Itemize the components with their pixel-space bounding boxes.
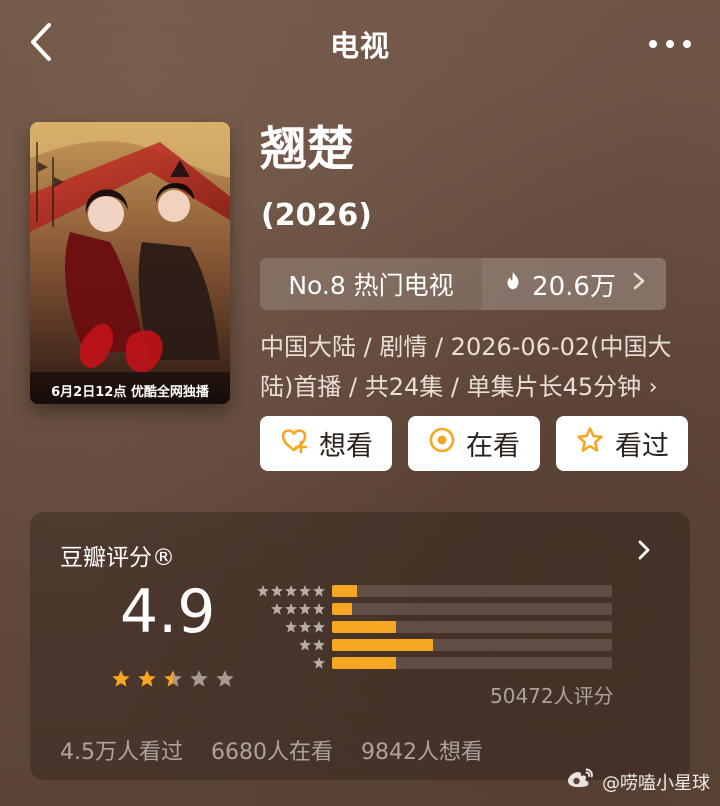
- poster-image[interactable]: 6月2日12点 优酷全网独播: [30, 122, 230, 404]
- action-buttons: 想看 在看 看过: [260, 416, 688, 471]
- star-icon: [575, 425, 605, 462]
- rating-count: 50472人评分: [490, 684, 614, 708]
- star-half-icon: [162, 668, 184, 694]
- rating-bar-fill: [332, 621, 397, 633]
- three-star-icons: [250, 620, 326, 634]
- rating-bar-track: [332, 657, 612, 669]
- two-star-icons: [250, 638, 326, 652]
- rating-row-5: [250, 582, 632, 600]
- watching-label: 在看: [466, 431, 520, 462]
- watch-counts: 4.5万人看过 6680人在看 9842人想看: [60, 734, 483, 766]
- target-icon: [428, 426, 456, 461]
- heat-value: 20.6万: [532, 271, 616, 302]
- rating-bar-fill: [332, 585, 358, 597]
- star-full-icon: [136, 668, 158, 694]
- more-dots-icon: [647, 35, 693, 54]
- rating-title: 豆瓣评分®: [60, 545, 175, 571]
- watching-count: 6680人在看: [211, 740, 333, 765]
- weibo-watermark: @唠嗑小星球: [566, 767, 710, 796]
- rating-stars: [110, 668, 236, 694]
- rating-row-2: [250, 636, 632, 654]
- rating-bar-track: [332, 603, 612, 615]
- poster-caption: 6月2日12点 优酷全网独播: [51, 385, 209, 400]
- rating-bar-fill: [332, 639, 433, 651]
- star-full-icon: [110, 668, 132, 694]
- more-options-button[interactable]: [630, 18, 710, 70]
- watching-button[interactable]: 在看: [408, 416, 540, 471]
- watched-label: 看过: [615, 431, 669, 462]
- heat-section[interactable]: 20.6万: [482, 258, 666, 310]
- douban-rating-card[interactable]: 豆瓣评分® 4.9 50472人评分 4.5万人看过 6680人在看 9842人…: [30, 512, 690, 780]
- heart-plus-icon: [279, 425, 309, 462]
- rating-bar-fill: [332, 657, 397, 669]
- rank-text: No.8 热门电视: [288, 271, 454, 300]
- watermark-text: @唠嗑小星球: [602, 772, 710, 794]
- rating-chevron-icon[interactable]: [630, 536, 658, 564]
- rating-row-3: [250, 618, 632, 636]
- meta-chevron-icon: ›: [648, 375, 658, 400]
- rating-row-1: [250, 654, 632, 672]
- flame-icon: [502, 269, 524, 299]
- rating-distribution: [250, 582, 632, 672]
- top-bar: 电视: [0, 0, 720, 92]
- show-title: 翘楚: [260, 122, 354, 177]
- meta-line-1: 中国大陆 / 剧情 / 2026-06-02(中国大: [260, 333, 672, 361]
- rating-bar-track: [332, 585, 612, 597]
- show-year: (2026): [261, 198, 372, 233]
- weibo-logo-icon: [566, 767, 594, 796]
- one-star-icon: [250, 656, 326, 670]
- show-meta[interactable]: 中国大陆 / 剧情 / 2026-06-02(中国大 陆)首播 / 共24集 /…: [260, 327, 690, 408]
- watched-count: 4.5万人看过: [60, 740, 183, 765]
- rating-score: 4.9: [120, 577, 216, 647]
- want-count: 9842人想看: [361, 740, 483, 765]
- rating-bar-track: [332, 621, 612, 633]
- five-star-icons: [250, 584, 326, 598]
- rating-bar-fill: [332, 603, 352, 615]
- four-star-icons: [250, 602, 326, 616]
- rating-bar-track: [332, 639, 612, 651]
- page-title: 电视: [329, 29, 390, 63]
- want-to-watch-label: 想看: [319, 431, 373, 462]
- star-empty-icon: [188, 668, 210, 694]
- rank-pill[interactable]: No.8 热门电视 20.6万: [260, 258, 666, 310]
- watched-button[interactable]: 看过: [556, 416, 688, 471]
- heat-chevron-icon: [632, 269, 646, 299]
- rating-row-4: [250, 600, 632, 618]
- meta-line-2: 陆)首播 / 共24集 / 单集片长45分钟 ›: [260, 373, 658, 401]
- want-to-watch-button[interactable]: 想看: [260, 416, 392, 471]
- star-empty-icon: [214, 668, 236, 694]
